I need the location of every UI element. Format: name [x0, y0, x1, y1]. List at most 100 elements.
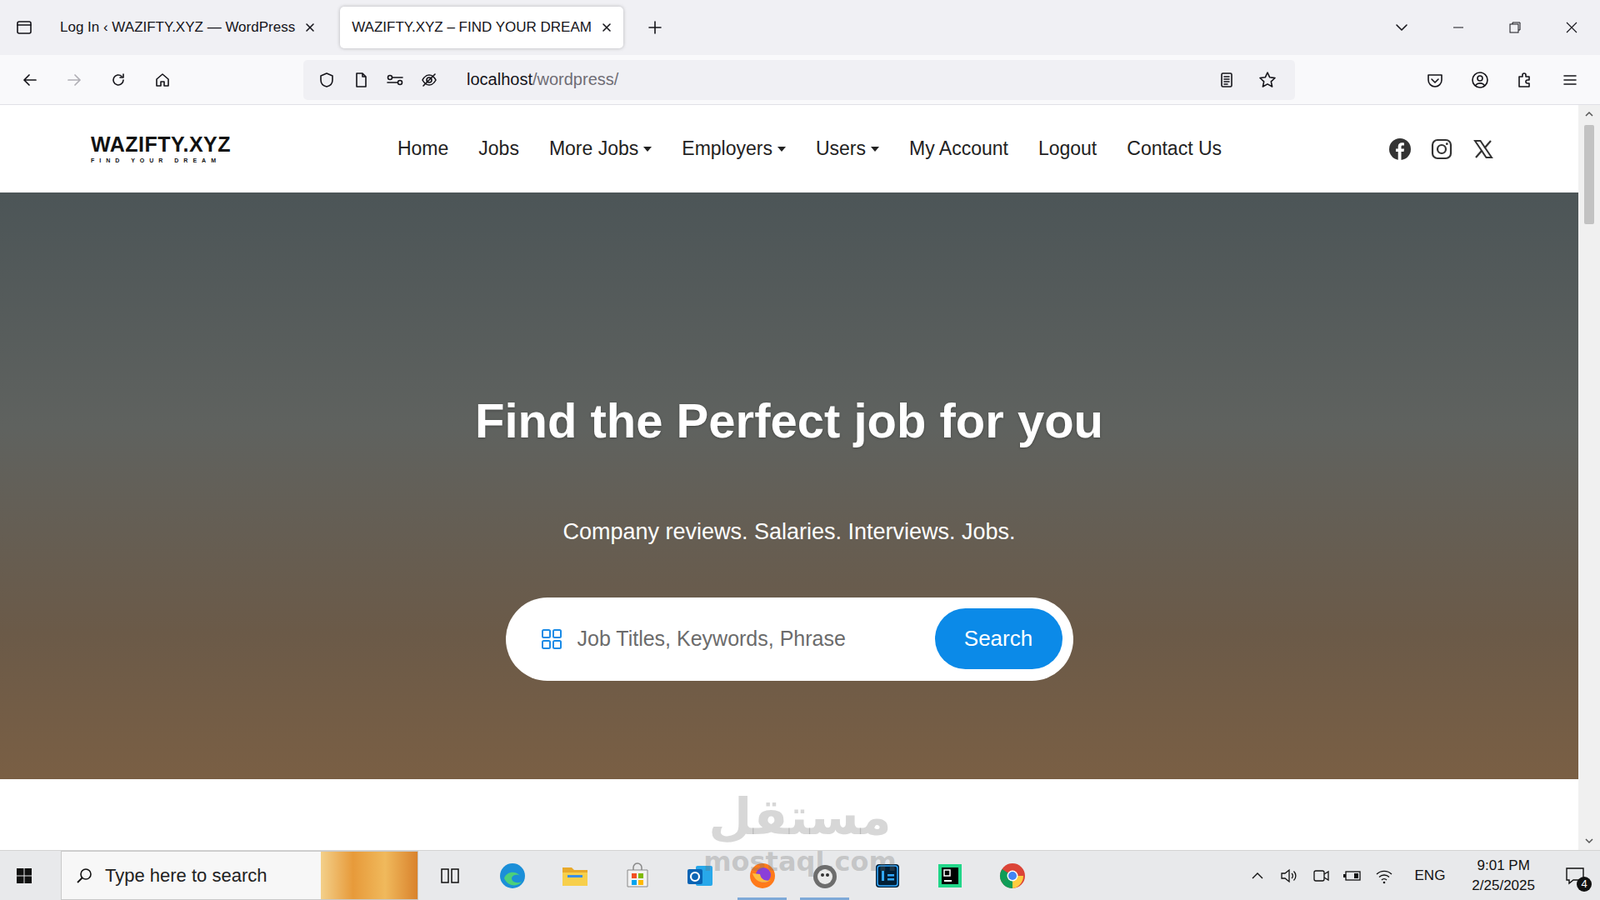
close-icon[interactable] — [303, 20, 317, 35]
search-button[interactable]: Search — [935, 608, 1063, 670]
tracking-off-icon[interactable] — [414, 65, 445, 95]
pycharm-icon[interactable] — [936, 862, 964, 890]
taskbar-app[interactable] — [668, 850, 731, 900]
tab-label[interactable]: WAZIFTY.XYZ – FIND YOUR DREAM — [351, 19, 592, 36]
back-arrow-icon[interactable] — [11, 61, 49, 99]
hero-banner: Find the Perfect job for youCompany revi… — [0, 192, 1579, 780]
taskbar-app[interactable] — [855, 850, 919, 900]
clock-time[interactable]: 9:01 PM — [1477, 855, 1530, 876]
file-explorer-icon[interactable] — [560, 863, 590, 889]
browser-tab[interactable]: Log In ‹ WAZIFTY.XYZ — WordPress — [48, 6, 327, 49]
notification-badge: 4 — [1576, 876, 1592, 892]
tab-label[interactable]: Log In ‹ WAZIFTY.XYZ — WordPress — [60, 19, 295, 36]
menu-item[interactable]: Employers — [681, 137, 786, 160]
speaker-icon[interactable] — [1276, 859, 1302, 893]
search-placeholder[interactable]: Type here to search — [105, 865, 310, 887]
menu-item[interactable]: Contact Us — [1126, 137, 1222, 160]
menu-item[interactable]: More Jobs — [549, 137, 652, 160]
taskbar-app[interactable] — [605, 850, 669, 900]
taskbar-app[interactable] — [918, 850, 981, 900]
meet-now-icon[interactable] — [1308, 859, 1334, 893]
home-icon[interactable] — [144, 61, 181, 99]
dropdown-caret-icon[interactable] — [643, 146, 652, 152]
toolbar-actions — [1416, 61, 1600, 99]
menu-item[interactable]: Users — [815, 137, 880, 160]
url-path[interactable]: /wordpress/ — [532, 70, 619, 89]
magnifier-icon[interactable] — [75, 866, 94, 885]
input-language[interactable]: ENG — [1415, 867, 1446, 885]
menu-item[interactable]: Home — [397, 137, 449, 160]
menu-label[interactable]: Logout — [1038, 137, 1097, 160]
photoshop-icon[interactable] — [874, 862, 901, 890]
windows-start-icon[interactable] — [0, 850, 49, 900]
page-icon[interactable] — [345, 65, 376, 95]
clock-date[interactable]: 2/25/2025 — [1471, 875, 1535, 896]
menu-label[interactable]: Employers — [681, 137, 773, 160]
close-window-icon[interactable] — [1543, 0, 1600, 55]
clock[interactable]: 9:01 PM2/25/2025 — [1471, 855, 1535, 896]
dropdown-caret-icon[interactable] — [777, 146, 786, 152]
reader-view-icon[interactable] — [1211, 65, 1242, 95]
notification-center[interactable]: 4 — [1558, 855, 1592, 897]
plus-icon[interactable] — [636, 9, 674, 46]
edge-icon[interactable] — [498, 861, 527, 890]
pocket-icon[interactable] — [1416, 61, 1454, 99]
logo-tagline[interactable]: FIND YOUR DREAM — [90, 157, 221, 164]
url-text[interactable]: localhost/wordpress/ — [466, 70, 619, 90]
page-scrollbar[interactable] — [1578, 105, 1600, 850]
taskbar-app[interactable] — [418, 850, 481, 900]
reload-icon[interactable] — [100, 61, 137, 99]
chrome-icon[interactable] — [998, 861, 1027, 890]
scroll-down-icon[interactable] — [1578, 831, 1600, 850]
firefox-icon[interactable] — [748, 861, 777, 890]
job-search-input[interactable] — [575, 625, 935, 652]
scrollbar-thumb[interactable] — [1584, 125, 1595, 225]
star-icon[interactable] — [1252, 65, 1283, 95]
address-bar[interactable]: localhost/wordpress/ — [303, 60, 1295, 100]
menu-item[interactable]: Jobs — [478, 137, 520, 160]
menu-label[interactable]: Contact Us — [1126, 137, 1222, 160]
taskbar-app[interactable] — [480, 850, 544, 900]
list-tabs-button[interactable] — [0, 0, 49, 55]
chevron-down-icon[interactable] — [1373, 0, 1430, 55]
scroll-up-icon[interactable] — [1578, 105, 1600, 124]
site-logo[interactable]: WAZIFTY.XYZ FIND YOUR DREAM — [90, 134, 231, 164]
menu-label[interactable]: Users — [815, 137, 866, 160]
battery-icon[interactable] — [1340, 859, 1365, 893]
gimp-icon[interactable] — [810, 861, 840, 890]
dropdown-caret-icon[interactable] — [870, 146, 880, 152]
menu-label[interactable]: My Account — [909, 137, 1009, 160]
x-logo-icon[interactable] — [1471, 137, 1495, 161]
task-view-icon[interactable] — [439, 865, 461, 887]
web-page: WAZIFTY.XYZ FIND YOUR DREAM Home Jobs More J… — [0, 105, 1579, 850]
wifi-icon[interactable] — [1371, 859, 1397, 893]
hamburger-menu-icon[interactable] — [1551, 61, 1589, 99]
chevron-up-icon[interactable] — [1245, 859, 1270, 893]
taskbar-app[interactable] — [543, 850, 606, 900]
taskbar-app[interactable] — [793, 850, 856, 900]
taskbar-app[interactable] — [980, 850, 1044, 900]
account-icon[interactable] — [1461, 61, 1499, 99]
menu-label[interactable]: Jobs — [478, 137, 520, 160]
extensions-icon[interactable] — [1506, 61, 1544, 99]
url-host[interactable]: localhost — [466, 70, 533, 89]
shield-icon[interactable] — [311, 65, 342, 95]
facebook-icon[interactable] — [1388, 137, 1412, 161]
close-icon[interactable] — [600, 20, 614, 35]
logo-name[interactable]: WAZIFTY.XYZ — [90, 134, 231, 155]
store-icon[interactable] — [624, 862, 651, 890]
permissions-icon[interactable] — [380, 65, 410, 95]
taskbar-app[interactable] — [730, 850, 794, 900]
minimize-icon[interactable] — [1430, 0, 1487, 55]
menu-item[interactable]: Logout — [1038, 137, 1097, 160]
menu-label[interactable]: More Jobs — [549, 137, 639, 160]
menu-item[interactable]: My Account — [909, 137, 1009, 160]
scrollbar-track[interactable] — [1578, 123, 1600, 832]
restore-icon[interactable] — [1486, 0, 1544, 55]
tabs-list-icon[interactable] — [15, 18, 34, 37]
outlook-icon[interactable] — [685, 862, 715, 890]
browser-tab[interactable]: WAZIFTY.XYZ – FIND YOUR DREAM — [340, 6, 624, 49]
taskbar-search[interactable]: Type here to search — [60, 850, 419, 900]
instagram-icon[interactable] — [1430, 137, 1454, 161]
menu-label[interactable]: Home — [397, 137, 449, 160]
